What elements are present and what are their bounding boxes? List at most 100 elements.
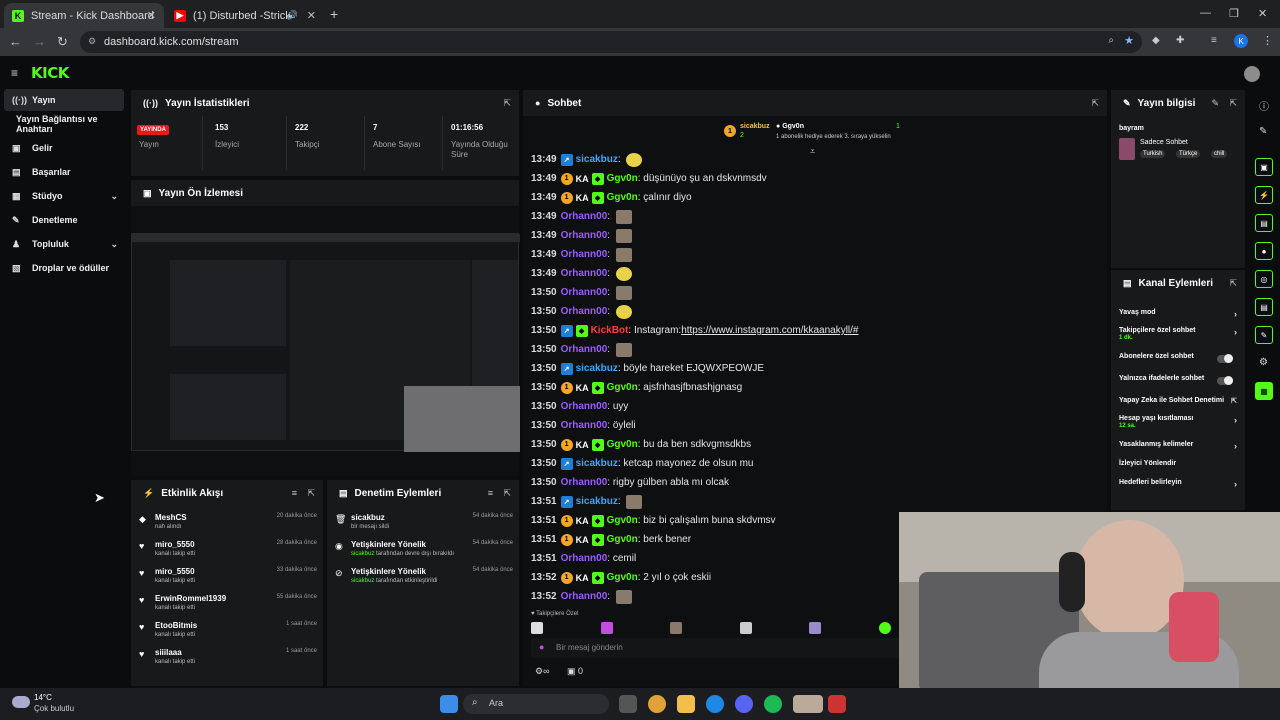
activity-user[interactable]: siiilaaa bbox=[155, 648, 182, 657]
chat-message[interactable]: 13:49 Orhann00: bbox=[531, 264, 632, 283]
moderation-item[interactable]: ⊘ Yetişkinlere Yönelik sicakbuz tarafından… bbox=[335, 564, 513, 591]
rail-button-channel[interactable]: ▤ bbox=[1255, 298, 1273, 316]
sidebar-item-denetleme[interactable]: ✎ Denetleme bbox=[4, 209, 124, 231]
close-window-icon[interactable]: ✕ bbox=[1258, 7, 1267, 20]
chat-username[interactable]: Orhann00 bbox=[561, 591, 608, 602]
activity-item[interactable]: ◆ MeshCS nah alındı 20 dakika önce bbox=[139, 510, 317, 537]
popout-icon[interactable]: ⇱ bbox=[1229, 98, 1237, 109]
chat-message[interactable]: 13:50 Orhann00: bbox=[531, 283, 632, 302]
close-tab-icon[interactable]: ✕ bbox=[307, 9, 316, 22]
chat-emote-icon[interactable] bbox=[626, 494, 643, 509]
chat-message[interactable]: 13:50 ↗ sicakbuz: ketcap mayonez de olsun … bbox=[531, 454, 753, 473]
hamburger-menu-icon[interactable]: ≡ bbox=[11, 66, 18, 80]
emote-icon[interactable] bbox=[600, 622, 613, 634]
chat-username[interactable]: Orhann00 bbox=[561, 249, 608, 260]
user-avatar[interactable] bbox=[1244, 66, 1260, 82]
chat-username[interactable]: Orhann00 bbox=[561, 306, 608, 317]
sidebar-item-basarilar[interactable]: ▤ Başarılar bbox=[4, 161, 124, 183]
channel-action-item[interactable]: Hesap yaşı kısıtlaması 12 sa. › bbox=[1119, 415, 1237, 433]
minimize-icon[interactable]: — bbox=[1200, 7, 1211, 19]
chat-emote-icon[interactable] bbox=[615, 209, 632, 224]
extension-icon[interactable]: ◆ bbox=[1152, 35, 1160, 46]
chat-message[interactable]: 13:49 Orhann00: bbox=[531, 207, 632, 226]
moderation-title[interactable]: Yetişkinlere Yönelik bbox=[351, 567, 426, 576]
close-tab-icon[interactable]: ✕ bbox=[147, 9, 156, 22]
obs-icon[interactable] bbox=[828, 695, 846, 713]
chat-username[interactable]: Orhann00 bbox=[561, 287, 608, 298]
chat-username[interactable]: Ggv0n bbox=[607, 382, 638, 393]
pinned-gift-leaderboard[interactable]: 1 sicakbuz 2 ● Ggv0n 1 1 abonelik hediye… bbox=[722, 120, 912, 146]
channel-action-item[interactable]: Yapay Zeka ile Sohbet Denetimi ⇱ bbox=[1119, 397, 1237, 415]
zoom-icon[interactable]: ⌕ bbox=[1108, 35, 1114, 46]
activity-item[interactable]: ♥ ErwinRommel1939 kanalı takip etti 55 daki… bbox=[139, 591, 317, 618]
chat-message[interactable]: 13:50 1 KA ◆ Ggv0n: ajsfnhasjfbnashjgnasg bbox=[531, 378, 742, 397]
extensions-puzzle-icon[interactable]: ✚ bbox=[1176, 35, 1184, 46]
moderation-title[interactable]: sicakbuz bbox=[351, 513, 385, 522]
chat-username[interactable]: Orhann00 bbox=[561, 344, 608, 355]
sidebar-item-stream-key[interactable]: Yayın Bağlantısı ve Anahtarı bbox=[16, 113, 130, 135]
chat-message[interactable]: 13:52 1 KA ◆ Ggv0n: 2 yıl o çok eskii bbox=[531, 568, 711, 587]
rail-button-broadcast[interactable]: ◎ bbox=[1255, 270, 1273, 288]
chat-message[interactable]: 13:51 1 KA ◆ Ggv0n: berk bener bbox=[531, 530, 691, 549]
chat-username[interactable]: Orhann00 bbox=[561, 553, 608, 564]
profile-avatar[interactable]: K bbox=[1234, 34, 1248, 48]
activity-user[interactable]: MeshCS bbox=[155, 513, 187, 522]
bookmark-star-icon[interactable]: ★ bbox=[1124, 34, 1134, 47]
tag-pill[interactable]: Türkçe bbox=[1176, 150, 1201, 158]
chat-username[interactable]: Orhann00 bbox=[561, 230, 608, 241]
tag-pill[interactable]: Turkish bbox=[1140, 150, 1166, 158]
channel-action-item[interactable]: Yasaklanmış kelimeler › bbox=[1119, 441, 1237, 459]
emote-icon[interactable] bbox=[809, 622, 822, 634]
toggle-switch[interactable] bbox=[1217, 376, 1233, 385]
sidebar-item-topluluk[interactable]: ♟ Topluluk ⌄ bbox=[4, 233, 124, 255]
chat-username[interactable]: Ggv0n bbox=[607, 439, 638, 450]
chat-message[interactable]: 13:49 Orhann00: bbox=[531, 245, 632, 264]
popout-icon[interactable]: ⇱ bbox=[1229, 278, 1237, 289]
channel-action-item[interactable]: Yavaş mod › bbox=[1119, 309, 1237, 327]
spotify-icon[interactable] bbox=[764, 695, 782, 713]
chat-message[interactable]: 13:49 1 KA ◆ Ggv0n: çalınır diyo bbox=[531, 188, 692, 207]
moderation-title[interactable]: Yetişkinlere Yönelik bbox=[351, 540, 426, 549]
kick-logo[interactable]: KICK bbox=[31, 64, 69, 82]
channel-action-item[interactable]: İzleyici Yönlendir bbox=[1119, 460, 1237, 478]
file-explorer-icon[interactable] bbox=[677, 695, 695, 713]
chat-message[interactable]: 13:50 Orhann00: bbox=[531, 340, 632, 359]
chat-username[interactable]: KickBot bbox=[591, 325, 629, 336]
chat-message[interactable]: 13:50 Orhann00: rigby gülben abla mı olca… bbox=[531, 473, 729, 492]
users-icon[interactable]: ⚙ bbox=[1259, 357, 1268, 368]
forward-icon[interactable]: → bbox=[33, 34, 46, 49]
moderator-name[interactable]: sicakbuz bbox=[351, 551, 374, 557]
chat-emote-icon[interactable] bbox=[615, 285, 632, 300]
stream-preview-video[interactable] bbox=[131, 233, 520, 452]
chat-username[interactable]: sicakbuz bbox=[576, 363, 618, 374]
chat-message[interactable]: 13:51 1 KA ◆ Ggv0n: biz bi çalışalım buna sk… bbox=[531, 511, 776, 530]
toggle-switch[interactable] bbox=[1217, 354, 1233, 363]
channel-action-item[interactable]: Hedefleri belirleyin › bbox=[1119, 479, 1237, 497]
moderation-item[interactable]: ◉ Yetişkinlere Yönelik sicakbuz tarafından… bbox=[335, 537, 513, 564]
weather-temp[interactable]: 14°C bbox=[34, 693, 52, 702]
chat-username[interactable]: sicakbuz bbox=[576, 458, 618, 469]
rail-button-bolt[interactable]: ⚡ bbox=[1255, 186, 1273, 204]
popout-icon[interactable]: ⇱ bbox=[307, 488, 315, 499]
chat-username[interactable]: Orhann00 bbox=[561, 401, 608, 412]
windows-start-icon[interactable] bbox=[440, 695, 458, 713]
moderation-item[interactable]: 🗑 sicakbuz bir mesajı sildi 54 dakika önce bbox=[335, 510, 513, 537]
rail-button-chat[interactable]: ● bbox=[1255, 242, 1273, 260]
chat-username[interactable]: Orhann00 bbox=[561, 211, 608, 222]
chat-emote-icon[interactable] bbox=[615, 342, 632, 357]
chrome-icon[interactable] bbox=[648, 695, 666, 713]
rail-button-clipboard[interactable]: ▤ bbox=[1255, 214, 1273, 232]
chat-emote-icon[interactable] bbox=[615, 589, 632, 604]
chat-message[interactable]: 13:50 Orhann00: öyleli bbox=[531, 416, 636, 435]
rail-button-wrench[interactable]: ✎ bbox=[1255, 326, 1273, 344]
pencil-icon[interactable]: ✎ bbox=[1259, 126, 1267, 137]
rail-button-activity[interactable]: ▣ bbox=[1255, 158, 1273, 176]
activity-user[interactable]: ErwinRommel1939 bbox=[155, 594, 226, 603]
chat-username[interactable]: Orhann00 bbox=[561, 420, 608, 431]
chat-message[interactable]: 13:51 ↗ sicakbuz: bbox=[531, 492, 643, 511]
app-thumbnail-icon[interactable] bbox=[793, 695, 823, 713]
chat-settings-users[interactable]: ⚙∞ bbox=[535, 666, 550, 677]
chat-username[interactable]: Orhann00 bbox=[561, 477, 608, 488]
activity-item[interactable]: ♥ siiilaaa kanalı takip etti 1 saat önce bbox=[139, 645, 317, 672]
chat-username[interactable]: Ggv0n bbox=[607, 572, 638, 583]
